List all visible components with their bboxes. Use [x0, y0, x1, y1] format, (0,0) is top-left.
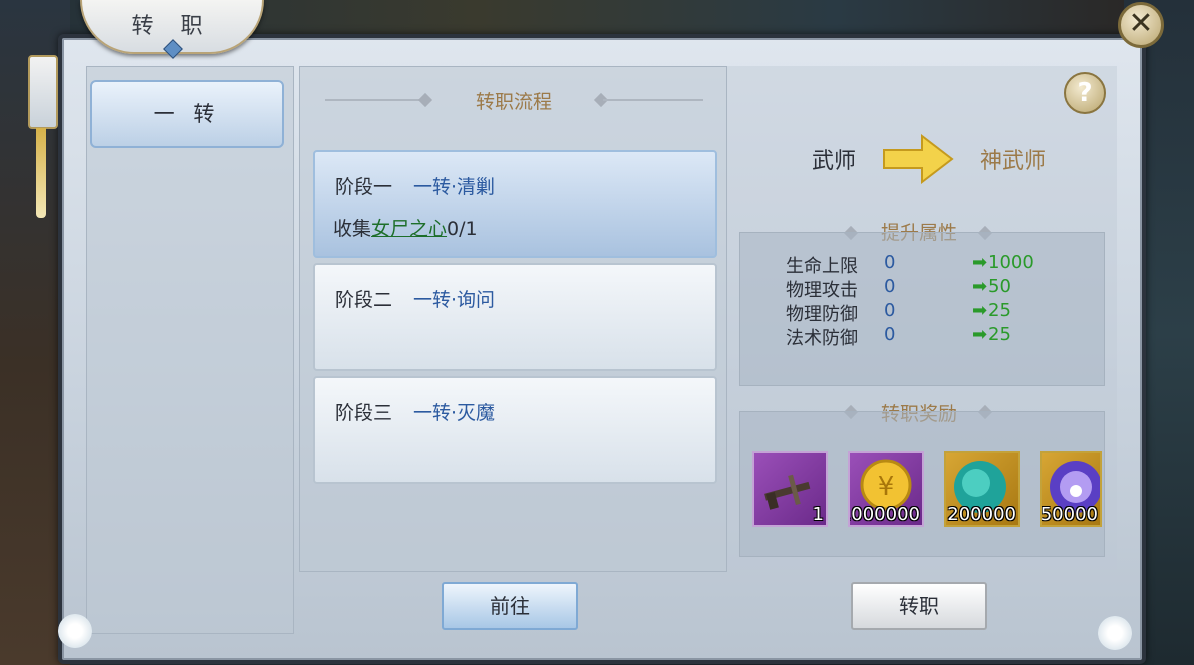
divider — [325, 99, 425, 101]
change-job-button[interactable]: 转职 — [851, 582, 987, 630]
go-button[interactable]: 前往 — [442, 582, 578, 630]
reward-slot[interactable]: ¥ 1000000 — [848, 451, 924, 527]
tassel-decoration — [36, 128, 46, 218]
green-arrow-icon: ➡ — [972, 324, 988, 345]
arrow-right-icon — [883, 134, 954, 184]
stage-name: 阶段一 — [335, 176, 393, 198]
attribute-row: 法术防御 0 ➡ 25 — [786, 324, 1086, 349]
window-title: 转 职 — [131, 14, 213, 39]
next-job: 神武师 — [980, 149, 1047, 174]
process-title: 转职流程 — [475, 91, 552, 113]
divider — [603, 99, 703, 101]
lantern-decoration — [28, 55, 58, 129]
stage-task: 一转·询问 — [413, 289, 496, 311]
flower-decoration — [1098, 616, 1132, 650]
reward-qty: 1000000 — [850, 504, 920, 525]
attribute-name: 法术防御 — [786, 328, 858, 349]
help-button[interactable]: ? — [1064, 72, 1106, 114]
close-button[interactable]: ✕ — [1118, 2, 1164, 48]
attribute-current: 0 — [884, 252, 896, 273]
green-arrow-icon: ➡ — [972, 276, 988, 297]
attribute-row: 物理攻击 0 ➡ 50 — [786, 276, 1086, 301]
window-title-tab: 转 职 — [80, 0, 264, 59]
stage-name: 阶段二 — [335, 289, 393, 311]
attribute-row: 物理防御 0 ➡ 25 — [786, 300, 1086, 325]
attribute-name: 生命上限 — [786, 256, 858, 277]
stage-card-2[interactable]: 阶段二 一转·询问 — [313, 263, 717, 371]
reward-qty: 1 — [812, 504, 824, 525]
attribute-next: 25 — [988, 324, 1011, 345]
stage-name: 阶段三 — [335, 402, 393, 424]
attribute-row: 生命上限 0 ➡ 1000 — [786, 252, 1086, 277]
reward-slot[interactable]: 50000 — [1040, 451, 1102, 527]
collect-progress: 收集女尸之心0/1 — [333, 214, 478, 241]
collect-prefix: 收集 — [333, 218, 372, 240]
reward-qty: 50000 — [1040, 504, 1098, 525]
collect-item-link[interactable]: 女尸之心 — [371, 218, 447, 240]
tab-first-change[interactable]: 一 转 — [90, 80, 284, 148]
attribute-current: 0 — [884, 276, 896, 297]
stage-card-3[interactable]: 阶段三 一转·灭魔 — [313, 376, 717, 484]
attribute-name: 物理攻击 — [786, 280, 858, 301]
reward-slot[interactable]: 1 — [752, 451, 828, 527]
reward-slot[interactable]: 200000 — [944, 451, 1020, 527]
attribute-name: 物理防御 — [786, 304, 858, 325]
svg-text:¥: ¥ — [878, 472, 895, 502]
green-arrow-icon: ➡ — [972, 252, 988, 273]
stage-task: 一转·清剿 — [413, 176, 496, 198]
green-arrow-icon: ➡ — [972, 300, 988, 321]
attribute-next: 1000 — [988, 252, 1034, 273]
flower-decoration — [58, 614, 92, 648]
reward-qty: 200000 — [947, 504, 1016, 525]
attribute-current: 0 — [884, 324, 896, 345]
collect-count: 0/1 — [447, 218, 478, 240]
attribute-next: 50 — [988, 276, 1011, 297]
attribute-current: 0 — [884, 300, 896, 321]
current-job: 武师 — [812, 149, 857, 174]
stage-tabs-panel — [86, 66, 294, 634]
attribute-next: 25 — [988, 300, 1011, 321]
stage-card-1[interactable]: 阶段一 一转·清剿 收集女尸之心0/1 — [313, 150, 717, 258]
stage-task: 一转·灭魔 — [413, 402, 496, 424]
